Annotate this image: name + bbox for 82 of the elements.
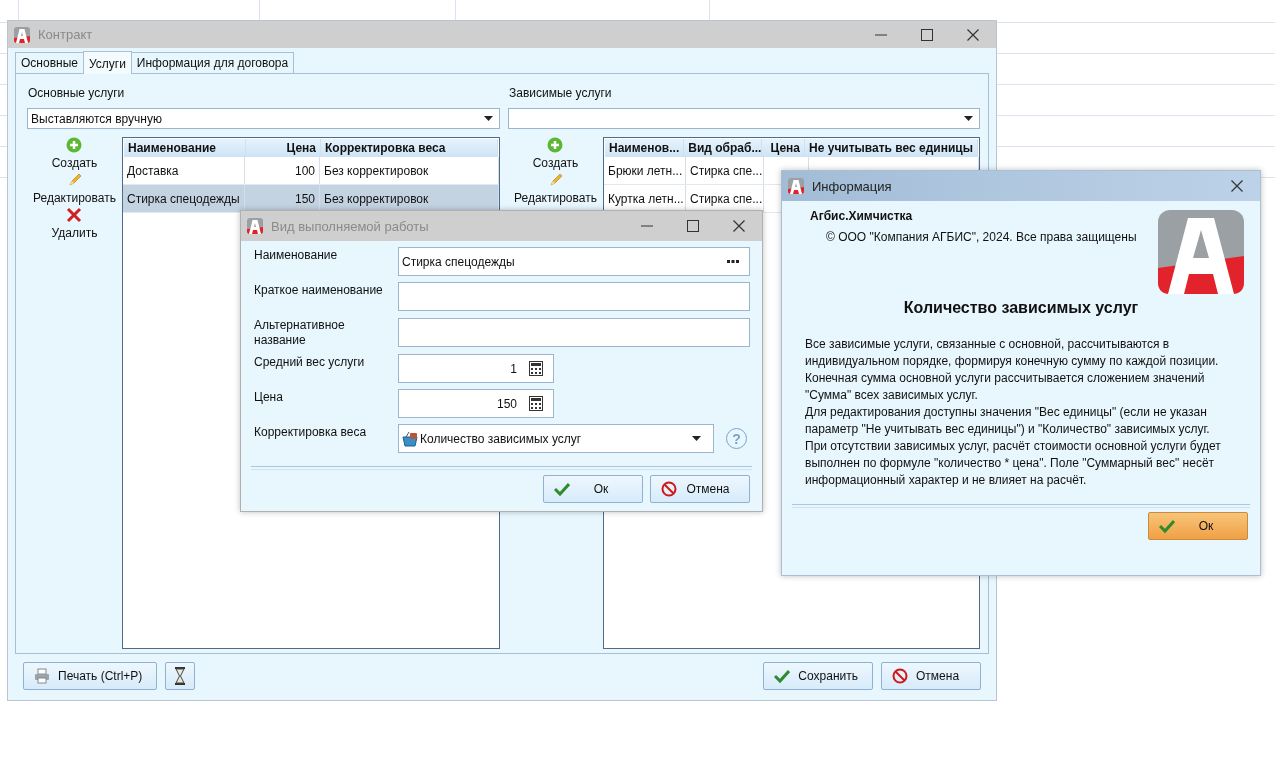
- number-field[interactable]: 150: [398, 389, 554, 418]
- plus-icon: [547, 137, 564, 153]
- tab[interactable]: Информация для договора: [130, 52, 295, 73]
- section-label: Зависимые услуги: [509, 86, 613, 102]
- field-label: Цена: [254, 389, 284, 406]
- ok-button[interactable]: Ок: [1148, 512, 1248, 540]
- checkmark-icon: [774, 668, 791, 684]
- field-label: Наименование: [254, 247, 339, 264]
- cancel-button[interactable]: Отмена: [881, 662, 981, 690]
- column-header[interactable]: Корректировка веса: [321, 139, 498, 157]
- close-icon: [733, 220, 745, 232]
- printer-icon: [34, 668, 50, 684]
- column-header[interactable]: Вид обраб...: [684, 139, 763, 157]
- maximize-icon: [687, 220, 699, 232]
- tab[interactable]: Услуги: [82, 51, 132, 74]
- tab[interactable]: Основные: [15, 52, 84, 73]
- hourglass-icon: [174, 667, 187, 685]
- plus-icon: [66, 137, 83, 153]
- selected-row[interactable]: Стирка спецодежды 150 Без корректировок: [123, 185, 499, 213]
- toolbar-button[interactable]: Редактировать: [514, 172, 597, 205]
- more-icon: [727, 259, 739, 264]
- table-cell: 100: [245, 157, 320, 184]
- number-field[interactable]: 1: [398, 354, 554, 383]
- column-header[interactable]: Не учитывать вес единицы: [805, 139, 978, 157]
- info-paragraph: При отсутствии зависимых услуг, расчёт стоимости основной услуги будет выполнен по формуле "количество * цена". Поле "Суммарный вес" несёт информационный характер и не влияет на расчёт.: [805, 438, 1222, 489]
- save-button[interactable]: Сохранить: [763, 662, 873, 690]
- field-label: Альтернативное название: [254, 317, 346, 348]
- caret-icon: [964, 116, 973, 121]
- info-paragraph: Все зависимые услуги, связанные с основной, рассчитываются в индивидуальном порядке, формируя конечную сумму по каждой позиции.: [805, 336, 1220, 370]
- dropdown[interactable]: Выставляются вручную: [27, 108, 500, 129]
- info-heading: Количество зависимых услуг: [902, 299, 1140, 317]
- print-button[interactable]: Печать (Ctrl+P): [23, 662, 158, 690]
- table-cell: Доставка: [123, 157, 245, 184]
- basket-icon: [402, 430, 418, 447]
- checkmark-icon: [554, 481, 570, 497]
- table-cell: Стирка спе...: [686, 157, 764, 184]
- window-title: Вид выполняемой работы: [271, 218, 429, 234]
- checkmark-icon: [1159, 518, 1175, 534]
- dropdown[interactable]: [508, 108, 980, 129]
- table-cell: Без корректировок: [320, 157, 499, 184]
- field-label: Краткое наименование: [254, 282, 384, 299]
- close-icon: [967, 28, 979, 41]
- input-field[interactable]: [398, 318, 750, 347]
- caret-icon: [692, 436, 701, 441]
- toolbar-button[interactable]: Удалить: [51, 207, 98, 240]
- app-logo-icon: [247, 218, 263, 234]
- field-label: Средний вес услуги: [254, 354, 366, 371]
- table-cell: Брюки летн...: [604, 157, 686, 184]
- section-label: Основные услуги: [28, 86, 126, 102]
- cancel-button[interactable]: Отмена: [650, 475, 750, 503]
- no-entry-icon: [892, 668, 908, 684]
- toolbar-button[interactable]: Создать: [532, 137, 579, 170]
- column-header[interactable]: Наименование: [124, 139, 246, 157]
- copyright-text: © ООО "Компания АГБИС", 2024. Все права защищены: [826, 230, 1138, 244]
- calculator-icon: [529, 361, 543, 376]
- pencil-icon: [66, 172, 83, 188]
- app-logo-icon: [788, 178, 804, 194]
- caret-icon: [484, 116, 493, 121]
- delete-icon: [66, 207, 83, 223]
- no-entry-icon: [661, 481, 677, 497]
- column-header[interactable]: Наименов...: [605, 139, 685, 157]
- hourglass-button[interactable]: [165, 662, 196, 690]
- window-title: Информация: [812, 178, 892, 194]
- app-logo-icon: [14, 26, 30, 43]
- calculator-icon: [529, 396, 543, 411]
- column-header[interactable]: Цена: [762, 139, 806, 157]
- logo-icon: [1158, 210, 1244, 294]
- dropdown[interactable]: Количество зависимых услуг: [398, 424, 714, 453]
- ok-button[interactable]: Ок: [543, 475, 643, 503]
- input-field[interactable]: Стирка спецодежды: [398, 247, 750, 276]
- column-header[interactable]: Цена: [246, 139, 321, 157]
- field-label: Корректировка веса: [254, 424, 368, 441]
- info-paragraph: Конечная сумма основной услуги рассчитывается сложением значений "Сумма" всех зависимых услуг.: [805, 370, 1206, 404]
- pencil-icon: [547, 172, 564, 188]
- info-paragraph: Для редактирования доступны значения "Вес единицы" (если не указан параметр "Не учитывать вес единицы") и "Количество" зависимых услуг.: [805, 404, 1211, 438]
- input-field[interactable]: [398, 282, 750, 311]
- toolbar-button[interactable]: Создать: [51, 137, 98, 170]
- window-title: Контракт: [38, 27, 93, 42]
- toolbar-button[interactable]: Редактировать: [33, 172, 116, 205]
- product-name: Агбис.Химчистка: [810, 209, 914, 223]
- close-icon: [1231, 180, 1243, 192]
- maximize-icon: [921, 28, 933, 41]
